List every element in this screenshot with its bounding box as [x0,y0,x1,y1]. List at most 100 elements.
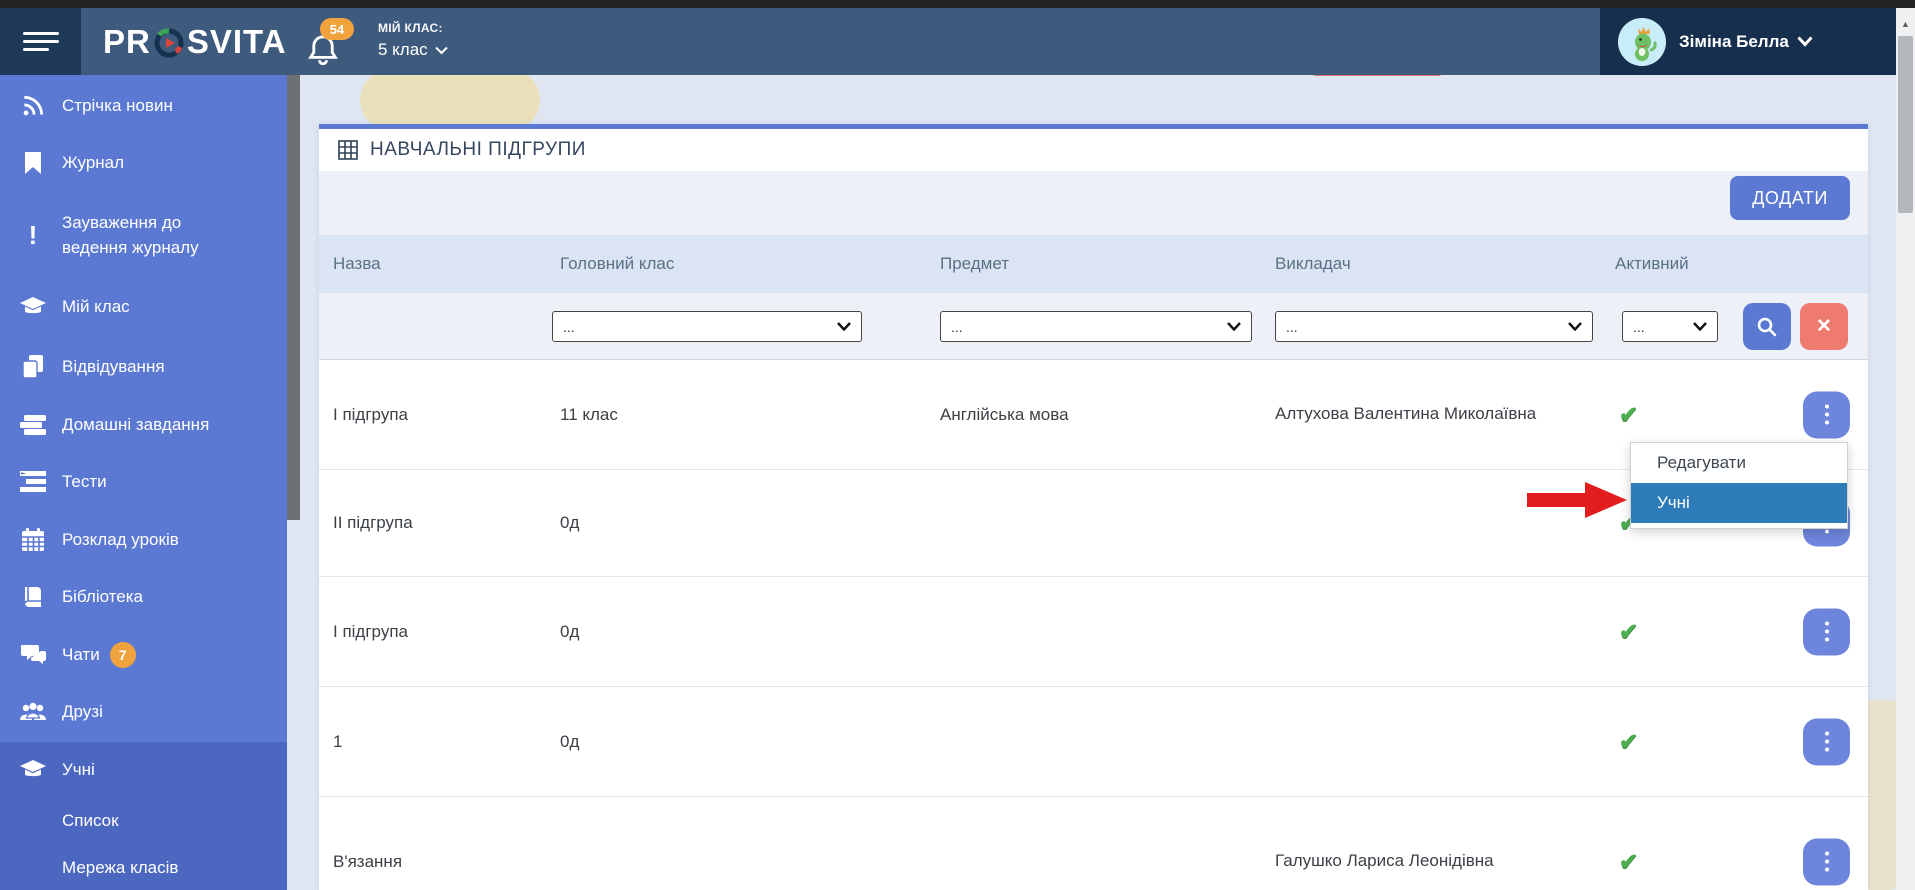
clear-filter-button[interactable]: ✕ [1800,303,1848,350]
my-class-value: 5 клас [378,40,428,59]
stack-icon [18,410,48,440]
sidebar-item-schedule[interactable]: Розклад уроків [0,518,287,562]
sidebar-item-homework[interactable]: Домашні завдання [0,403,287,447]
cell-teacher: Галушко Лариса Леонідівна [1275,851,1494,871]
sidebar-item-my-class[interactable]: Мій клас [0,285,287,329]
background-illustration [360,70,540,130]
sidebar-subitem-class-network[interactable]: Мережа класів [62,858,178,878]
sidebar-item-label: Зауваження до ведення журналу [62,212,199,258]
sidebar-subitem-label: Мережа класів [62,858,179,877]
cell-name: І підгрупа [333,404,408,424]
sidebar-item-tests[interactable]: Тести [0,460,287,504]
active-check-icon: ✔ [1619,848,1639,874]
scrollbar-up-icon[interactable]: ▲ [1896,16,1915,32]
sidebar-scrollbar-thumb[interactable] [287,75,300,520]
filter-select-subject[interactable]: ... [940,311,1252,342]
filter-select-main-class[interactable]: ... [552,311,862,342]
column-header-name: Назва [333,254,381,273]
table-row: І підгрупа 0д ✔ [319,577,1868,687]
graduation-cap-icon [18,755,48,785]
sidebar-item-friends[interactable]: Друзі [0,690,287,734]
table-header-row: Назва Головний клас Предмет Викладач Акт… [319,235,1868,293]
graduation-cap-icon [18,292,48,322]
sidebar-item-label: Відвідування [62,357,165,376]
my-class-selector[interactable]: МІЙ КЛАС: 5 клас [378,21,448,60]
sidebar-item-label: Розклад уроків [62,530,179,549]
brand-logo[interactable]: PR SVITA [103,22,287,62]
chat-bubbles-icon [18,640,48,670]
cell-name: В'язання [333,851,403,871]
cell-teacher: Алтухова Валентина Миколаївна [1275,404,1537,424]
calendar-icon [18,525,48,555]
panel-titlebar: НАВЧАЛЬНІ ПІДГРУПИ [319,129,1868,171]
chevron-down-icon [1227,322,1241,331]
active-check-icon: ✔ [1619,728,1639,754]
row-actions-button[interactable] [1803,608,1850,655]
sidebar-item-journal-remarks[interactable]: ! Зауваження до ведення журналу [0,206,287,264]
user-name: Зіміна Белла [1679,31,1789,51]
sidebar-item-label: Журнал [62,153,125,172]
sidebar-item-news-feed[interactable]: Стрічка новин [0,84,287,128]
cell-main-class: 0д [560,621,580,641]
add-button[interactable]: ДОДАТИ [1730,176,1850,220]
sidebar-item-label: Бібліотека [62,587,143,606]
context-menu-item-edit[interactable]: Редагувати [1631,443,1847,483]
row-actions-button[interactable] [1803,838,1850,885]
brand-text-post: SVITA [186,23,287,60]
page-scrollbar[interactable]: ▲ [1896,8,1915,890]
sidebar-item-attendance[interactable]: Відвідування [0,345,287,389]
column-header-subject: Предмет [940,254,1010,273]
sidebar-item-journal[interactable]: Журнал [0,141,287,185]
column-header-main-class: Головний клас [560,254,675,273]
cell-name: І підгрупа [333,621,408,641]
sidebar-subitem-label: Список [62,811,119,830]
rss-icon [18,91,48,121]
user-menu[interactable]: Зіміна Белла [1600,8,1896,75]
search-button[interactable] [1743,303,1791,350]
sidebar: Стрічка новин Журнал ! Зауваження до вед… [0,75,287,890]
filter-select-value: ... [563,318,575,335]
filter-select-teacher[interactable]: ... [1275,311,1593,342]
chevron-down-icon [1568,322,1582,331]
users-group-icon [18,697,48,727]
table-icon [338,140,358,160]
column-header-active: Активний [1615,254,1689,273]
filter-select-value: ... [951,318,963,335]
active-check-icon: ✔ [1619,401,1639,427]
sidebar-item-students[interactable]: Учні [0,748,287,792]
hamburger-icon [22,27,59,56]
sidebar-item-library[interactable]: Бібліотека [0,575,287,619]
row-actions-button[interactable] [1803,391,1850,438]
browser-edge-strip [0,0,1915,8]
cell-name: ІІ підгрупа [333,513,413,532]
brand-play-icon [152,25,186,59]
sidebar-item-label: Друзі [62,702,103,721]
notifications-badge: 54 [320,18,354,40]
sidebar-item-label: Чати [62,645,100,664]
chevron-down-icon [1797,36,1813,47]
sidebar-item-label: Стрічка новин [62,96,173,115]
bookmark-icon [18,148,48,178]
chevron-down-icon [434,46,448,54]
table-row: 1 0д ✔ [319,687,1868,797]
cell-main-class: 11 клас [560,404,618,424]
sidebar-subitem-list[interactable]: Список [62,811,119,831]
book-icon [18,582,48,612]
app-window: PR SVITA 54 МІЙ КЛАС: 5 клас Зіміна Белл… [0,0,1915,890]
sidebar-item-label: Домашні завдання [62,415,210,434]
menu-toggle-button[interactable] [0,8,81,75]
column-header-teacher: Викладач [1275,254,1351,273]
search-icon [1757,317,1777,336]
notifications-button[interactable]: 54 [306,18,354,68]
my-class-label: МІЙ КЛАС: [378,21,443,35]
test-list-icon [18,467,48,497]
cell-main-class: 0д [560,513,580,532]
page-scrollbar-thumb[interactable] [1898,36,1913,213]
context-menu-item-students[interactable]: Учні [1631,483,1847,523]
sidebar-item-label: Мій клас [62,297,130,316]
filter-select-active[interactable]: ... [1622,311,1718,342]
chevron-down-icon [837,322,851,331]
sidebar-item-chats[interactable]: Чати 7 [0,633,287,677]
row-actions-button[interactable] [1803,718,1850,765]
cell-main-class: 0д [560,731,580,751]
